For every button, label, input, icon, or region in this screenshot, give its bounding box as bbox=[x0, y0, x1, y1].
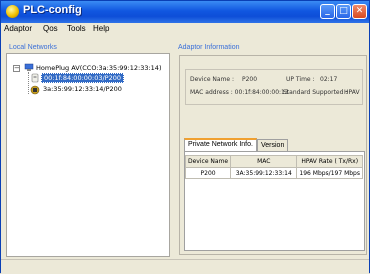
standard-label: Standard Supported : bbox=[283, 89, 348, 96]
column-header[interactable]: MAC bbox=[230, 155, 298, 168]
local-networks-header: Local Networks bbox=[9, 44, 57, 51]
adaptor-details bbox=[185, 69, 363, 105]
maximize-button[interactable]: □ bbox=[336, 4, 351, 19]
tree-line bbox=[28, 72, 29, 94]
tab-version[interactable]: Version bbox=[257, 139, 289, 151]
device-name-label: Device Name : bbox=[190, 76, 235, 83]
menu-bar: Adaptor Qos Tools Help bbox=[1, 23, 369, 36]
menu-adaptor[interactable]: Adaptor bbox=[4, 24, 32, 33]
collapse-icon[interactable]: − bbox=[13, 65, 20, 72]
window-title: PLC-config bbox=[23, 4, 82, 16]
close-button[interactable]: ✕ bbox=[352, 4, 367, 19]
tree-node-selected[interactable]: 00:1f:84:00:00:03/P200 bbox=[41, 73, 125, 83]
table-header-row: Device Name MAC HPAV Rate ( Tx/Rx) bbox=[184, 155, 363, 168]
table-cell: P200 bbox=[184, 167, 232, 179]
menu-help[interactable]: Help bbox=[93, 24, 109, 33]
adapter-icon bbox=[30, 73, 40, 83]
status-bar bbox=[1, 259, 369, 274]
device-name-value: P200 bbox=[242, 76, 258, 83]
title-bar[interactable]: PLC-config _ □ ✕ bbox=[1, 1, 369, 23]
menu-qos[interactable]: Qos bbox=[43, 24, 58, 33]
adaptor-info-header: Adaptor Information bbox=[178, 44, 240, 51]
table-row[interactable]: P200 3A:35:99:12:33:14 196 Mbps/197 Mbps bbox=[184, 167, 363, 179]
adapter-icon bbox=[30, 85, 40, 95]
minimize-button[interactable]: _ bbox=[320, 4, 335, 19]
mac-address-label: MAC address : 00:1f:84:00:00:13 bbox=[190, 89, 289, 96]
network-table: Device Name MAC HPAV Rate ( Tx/Rx) P200 … bbox=[184, 155, 363, 179]
menu-tools[interactable]: Tools bbox=[67, 24, 86, 33]
network-tree[interactable]: − HomePlug AV(CCO:3a:35:99:12:33:14) 00:… bbox=[6, 53, 170, 257]
app-icon bbox=[6, 5, 19, 18]
tree-node[interactable]: 3a:35:99:12:33:14/P200 bbox=[43, 85, 122, 93]
network-icon bbox=[24, 63, 34, 72]
column-header[interactable]: HPAV Rate ( Tx/Rx) bbox=[296, 155, 363, 168]
column-header[interactable]: Device Name bbox=[184, 155, 232, 168]
app-window: PLC-config _ □ ✕ Adaptor Qos Tools Help … bbox=[0, 0, 370, 274]
up-time-value: 02:17 bbox=[320, 76, 338, 83]
table-cell: 196 Mbps/197 Mbps bbox=[296, 167, 363, 179]
standard-value: HPAV bbox=[344, 89, 360, 96]
tree-root-node[interactable]: HomePlug AV(CCO:3a:35:99:12:33:14) bbox=[36, 64, 161, 72]
up-time-label: UP Time : bbox=[286, 76, 315, 83]
table-cell: 3A:35:99:12:33:14 bbox=[230, 167, 298, 179]
tab-private-network-info[interactable]: Private Network Info. bbox=[184, 138, 257, 151]
